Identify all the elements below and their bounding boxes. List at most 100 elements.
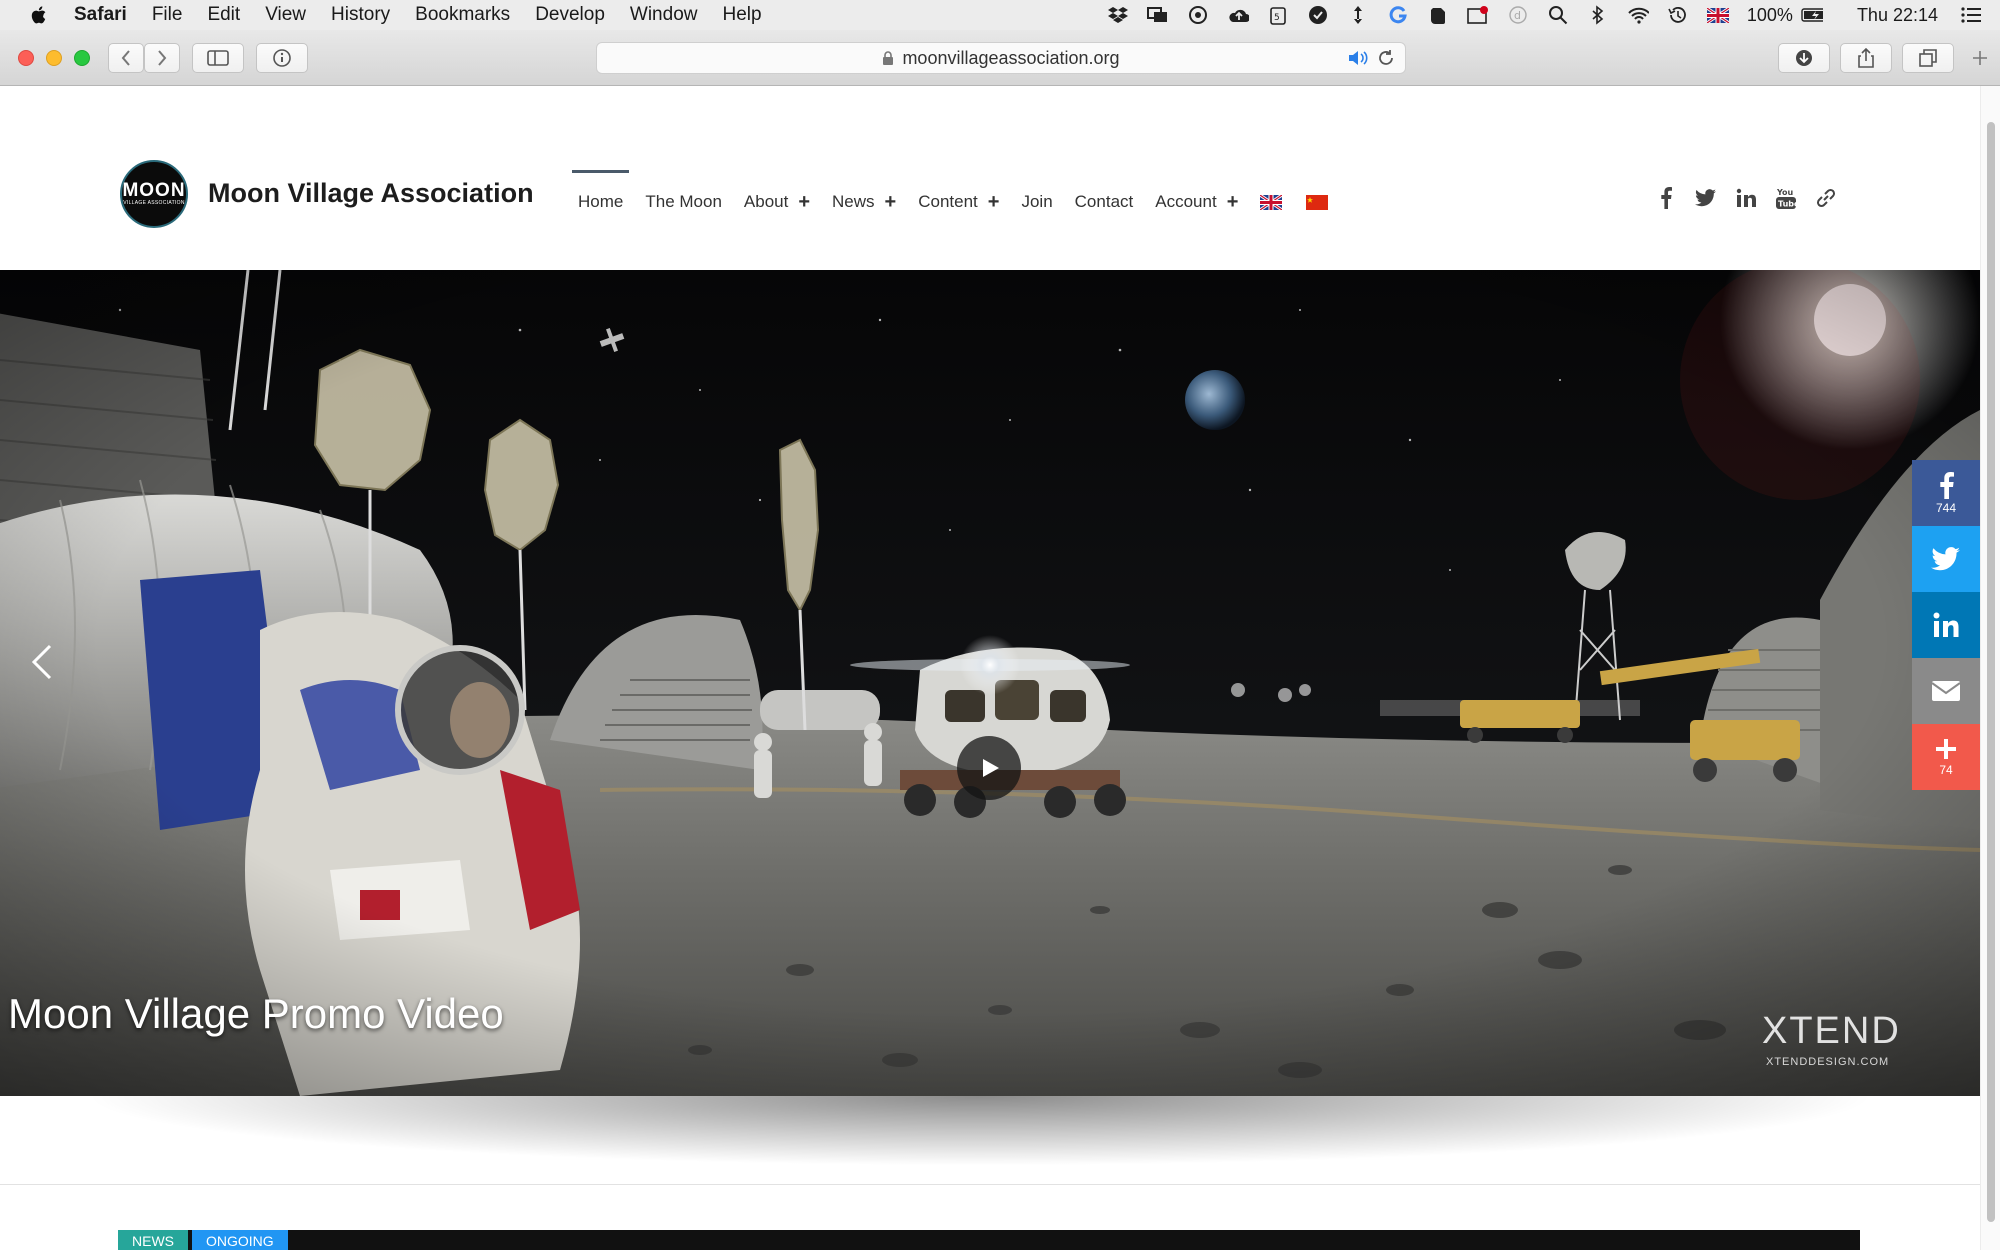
share-linkedin-button[interactable]	[1912, 592, 1980, 658]
chinese-flag-icon[interactable]	[1306, 194, 1329, 210]
tabs-icon	[1919, 49, 1937, 67]
menu-window[interactable]: Window	[630, 4, 698, 26]
youtube-icon[interactable]: You Tube	[1774, 186, 1798, 210]
section-divider	[0, 1184, 1980, 1185]
menu-view[interactable]: View	[265, 4, 306, 26]
d-app-icon[interactable]: d	[1507, 5, 1529, 25]
hero-video-slider[interactable]: Moon Village Promo Video XTEND XTENDDESI…	[0, 270, 1980, 1096]
forward-button[interactable]	[144, 43, 180, 73]
downloads-button[interactable]	[1778, 43, 1830, 73]
linkedin-icon	[1933, 612, 1959, 637]
link-icon[interactable]	[1814, 186, 1838, 210]
vertical-arrows-icon[interactable]	[1347, 5, 1369, 25]
english-flag-icon[interactable]	[1260, 194, 1283, 210]
minimize-window-button[interactable]	[46, 50, 62, 66]
notification-center-icon[interactable]	[1960, 5, 1982, 25]
scrollbar-thumb[interactable]	[1987, 122, 1995, 1222]
menu-file[interactable]: File	[152, 4, 183, 26]
page-scrollbar[interactable]	[1980, 86, 2000, 1250]
zoom-window-button[interactable]	[74, 50, 90, 66]
moon-village-scene-image	[0, 270, 1980, 1096]
menu-help[interactable]: Help	[722, 4, 761, 26]
uk-flag-icon[interactable]	[1706, 5, 1729, 25]
nav-contact[interactable]: Contact	[1075, 170, 1134, 226]
menu-history[interactable]: History	[331, 4, 390, 26]
lock-icon	[883, 51, 894, 65]
nav-content[interactable]: Content +	[918, 170, 999, 226]
windows-icon[interactable]	[1146, 5, 1169, 25]
menu-safari[interactable]: Safari	[74, 4, 127, 26]
hero-slide-title[interactable]: Moon Village Promo Video	[8, 990, 504, 1038]
menu-edit[interactable]: Edit	[207, 4, 240, 26]
menubar-clock[interactable]: Thu 22:14	[1857, 5, 1938, 26]
main-navigation: Home The Moon About + News + Content + Join…	[571, 168, 1352, 228]
logo-text: MOON	[122, 180, 186, 201]
nav-join[interactable]: Join	[1021, 170, 1052, 226]
cloud-upload-icon[interactable]	[1227, 5, 1249, 25]
clipboard-icon[interactable]: 5	[1267, 5, 1289, 25]
nav-news[interactable]: News +	[832, 170, 896, 226]
share-more-button[interactable]: 74	[1912, 724, 1980, 790]
logo-subtext: VILLAGE ASSOCIATION	[123, 200, 185, 206]
apple-logo-icon[interactable]	[30, 5, 48, 25]
expand-plus-icon[interactable]: +	[798, 191, 810, 214]
nav-home[interactable]: Home	[571, 170, 630, 226]
site-info-button[interactable]	[256, 43, 308, 73]
twitter-icon[interactable]	[1694, 186, 1718, 210]
nav-the-moon[interactable]: The Moon	[645, 170, 722, 226]
slider-previous-arrow-icon[interactable]	[28, 642, 58, 682]
menu-develop[interactable]: Develop	[535, 4, 605, 26]
checkmark-circle-icon[interactable]	[1307, 5, 1329, 25]
menu-bookmarks[interactable]: Bookmarks	[415, 4, 510, 26]
info-icon	[273, 49, 291, 67]
address-bar[interactable]: moonvillageassociation.org	[596, 42, 1406, 74]
new-tab-button[interactable]	[1966, 42, 1994, 74]
svg-text:Tube: Tube	[1778, 200, 1797, 209]
site-logo[interactable]: MOON VILLAGE ASSOCIATION	[120, 160, 188, 228]
site-title[interactable]: Moon Village Association	[208, 178, 534, 209]
plus-icon	[1973, 51, 1987, 65]
xtend-watermark: XTEND	[1762, 1010, 1901, 1052]
bluetooth-icon[interactable]	[1587, 5, 1609, 25]
nav-account-label: Account	[1155, 192, 1217, 211]
evernote-icon[interactable]	[1427, 5, 1449, 25]
more-share-count: 74	[1939, 763, 1953, 777]
wifi-icon[interactable]	[1627, 5, 1649, 25]
share-button[interactable]	[1840, 43, 1892, 73]
facebook-icon	[1940, 472, 1954, 499]
nav-news-label: News	[832, 192, 875, 211]
reload-icon[interactable]	[1377, 49, 1395, 67]
expand-plus-icon[interactable]: +	[885, 191, 897, 214]
nav-about[interactable]: About +	[744, 170, 810, 226]
share-facebook-button[interactable]: 744	[1912, 460, 1980, 526]
time-machine-icon[interactable]	[1667, 5, 1689, 25]
site-header: MOON VILLAGE ASSOCIATION Moon Village As…	[0, 86, 1980, 270]
facebook-icon[interactable]	[1654, 186, 1678, 210]
web-page: MOON VILLAGE ASSOCIATION Moon Village As…	[0, 86, 1980, 1250]
nav-account[interactable]: Account +	[1155, 170, 1238, 226]
sidebar-toggle-button[interactable]	[192, 43, 244, 73]
share-email-button[interactable]	[1912, 658, 1980, 724]
svg-text:You: You	[1776, 188, 1794, 197]
macos-menubar: Safari File Edit View History Bookmarks …	[0, 0, 2000, 30]
play-video-button[interactable]	[957, 736, 1021, 800]
linkedin-icon[interactable]	[1734, 186, 1758, 210]
back-button[interactable]	[108, 43, 144, 73]
screenshot-tool-icon[interactable]	[1467, 5, 1489, 25]
svg-text:5: 5	[1274, 13, 1280, 23]
expand-plus-icon[interactable]: +	[988, 191, 1000, 214]
grammarly-icon[interactable]	[1387, 5, 1409, 25]
sidebar-icon	[207, 50, 229, 66]
aperture-icon[interactable]	[1187, 5, 1209, 25]
close-window-button[interactable]	[18, 50, 34, 66]
download-icon	[1796, 50, 1812, 66]
share-twitter-button[interactable]	[1912, 526, 1980, 592]
battery-charging-icon[interactable]	[1801, 5, 1823, 25]
tab-overview-button[interactable]	[1902, 43, 1954, 73]
dropbox-icon[interactable]	[1107, 5, 1129, 25]
expand-plus-icon[interactable]: +	[1227, 191, 1239, 214]
ticker-tag-news[interactable]: NEWS	[118, 1230, 188, 1250]
ticker-tag-ongoing[interactable]: ONGOING	[192, 1230, 288, 1250]
spotlight-search-icon[interactable]	[1547, 5, 1569, 25]
speaker-audio-icon[interactable]	[1347, 49, 1369, 67]
